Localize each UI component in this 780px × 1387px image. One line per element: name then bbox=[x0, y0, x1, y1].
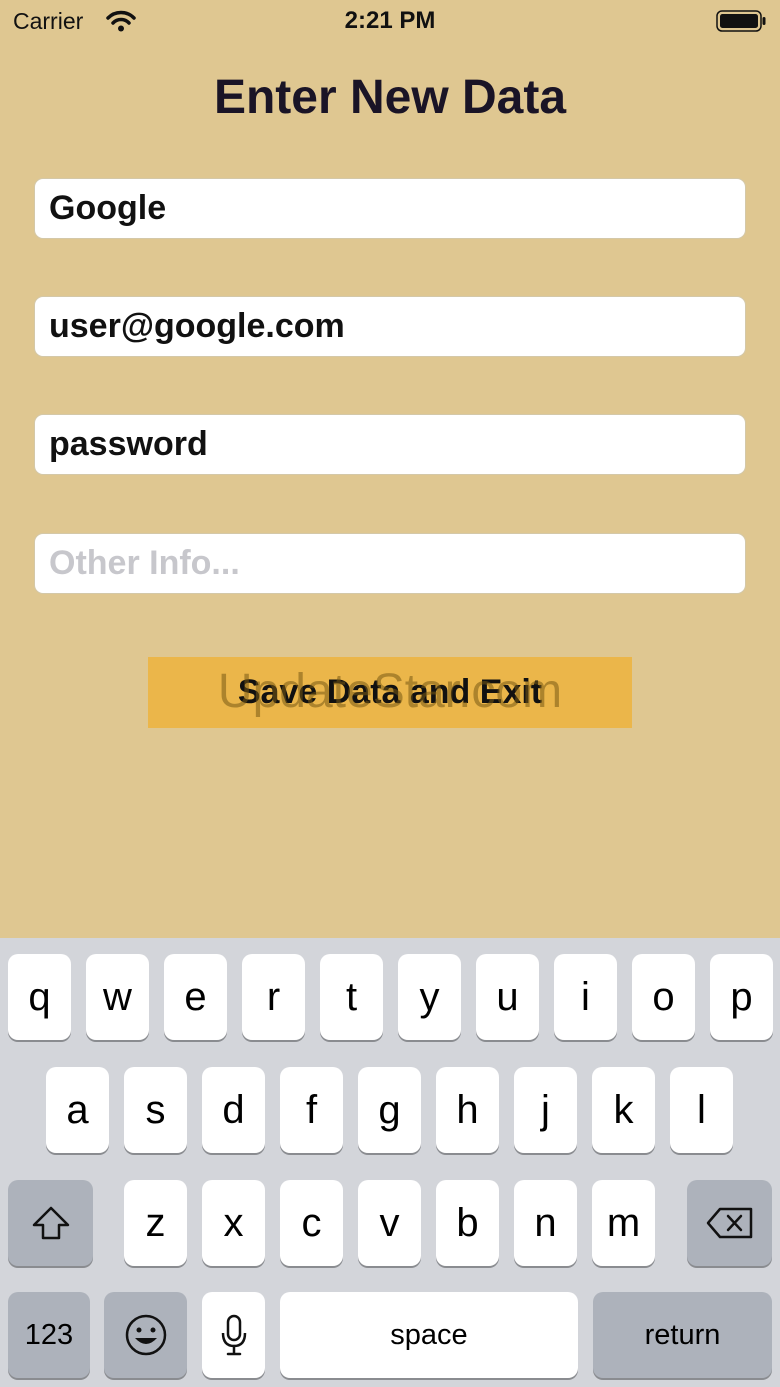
key-d[interactable]: d bbox=[202, 1067, 265, 1153]
key-r[interactable]: r bbox=[242, 954, 305, 1040]
return-key[interactable]: return bbox=[593, 1292, 772, 1378]
key-z[interactable]: z bbox=[124, 1180, 187, 1266]
key-c[interactable]: c bbox=[280, 1180, 343, 1266]
keyboard: q w e r t y u i o p a s d f g h j k l z … bbox=[0, 938, 780, 1387]
key-b[interactable]: b bbox=[436, 1180, 499, 1266]
space-key[interactable]: space bbox=[280, 1292, 578, 1378]
key-h[interactable]: h bbox=[436, 1067, 499, 1153]
password-input[interactable] bbox=[34, 414, 746, 475]
key-u[interactable]: u bbox=[476, 954, 539, 1040]
key-o[interactable]: o bbox=[632, 954, 695, 1040]
shift-icon bbox=[31, 1205, 71, 1241]
key-t[interactable]: t bbox=[320, 954, 383, 1040]
numbers-key[interactable]: 123 bbox=[8, 1292, 90, 1378]
site-name-input[interactable] bbox=[34, 178, 746, 239]
key-y[interactable]: y bbox=[398, 954, 461, 1040]
status-time: 2:21 PM bbox=[344, 7, 436, 34]
save-and-exit-button[interactable]: Save Data and Exit bbox=[148, 657, 632, 728]
battery-icon bbox=[716, 10, 766, 32]
key-m[interactable]: m bbox=[592, 1180, 655, 1266]
username-input[interactable] bbox=[34, 296, 746, 357]
microphone-key[interactable] bbox=[202, 1292, 265, 1378]
key-j[interactable]: j bbox=[514, 1067, 577, 1153]
shift-key[interactable] bbox=[8, 1180, 93, 1266]
key-a[interactable]: a bbox=[46, 1067, 109, 1153]
key-n[interactable]: n bbox=[514, 1180, 577, 1266]
key-f[interactable]: f bbox=[280, 1067, 343, 1153]
key-l[interactable]: l bbox=[670, 1067, 733, 1153]
key-e[interactable]: e bbox=[164, 954, 227, 1040]
delete-key[interactable] bbox=[687, 1180, 772, 1266]
page-title: Enter New Data bbox=[213, 71, 567, 124]
microphone-icon bbox=[220, 1314, 248, 1356]
emoji-icon bbox=[124, 1313, 168, 1357]
key-x[interactable]: x bbox=[202, 1180, 265, 1266]
backspace-icon bbox=[705, 1206, 755, 1240]
key-k[interactable]: k bbox=[592, 1067, 655, 1153]
emoji-key[interactable] bbox=[104, 1292, 187, 1378]
key-w[interactable]: w bbox=[86, 954, 149, 1040]
key-v[interactable]: v bbox=[358, 1180, 421, 1266]
key-p[interactable]: p bbox=[710, 954, 773, 1040]
key-q[interactable]: q bbox=[8, 954, 71, 1040]
key-s[interactable]: s bbox=[124, 1067, 187, 1153]
other-info-input[interactable] bbox=[34, 533, 746, 594]
key-i[interactable]: i bbox=[554, 954, 617, 1040]
status-bar: Carrier 2:21 PM bbox=[0, 0, 780, 44]
key-g[interactable]: g bbox=[358, 1067, 421, 1153]
